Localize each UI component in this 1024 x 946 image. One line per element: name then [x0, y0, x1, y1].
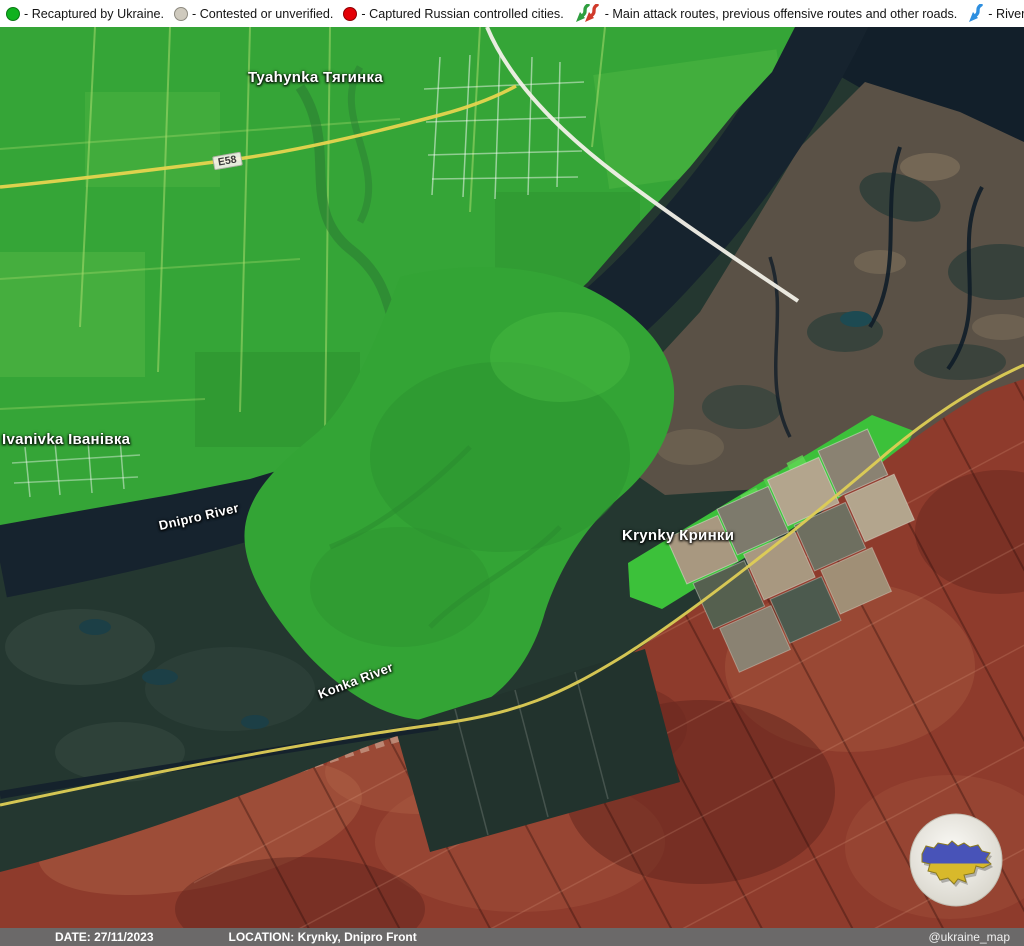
recaptured-dot-icon [6, 7, 20, 21]
label-tyahynka: Tyahynka Тягинка [248, 69, 383, 86]
map-canvas: Tyahynka Тягинка E58 Ivanivka Іванівка D… [0, 27, 1024, 928]
legend-item-attack-routes: - Main attack routes, previous offensive… [574, 4, 958, 24]
contested-dot-icon [174, 7, 188, 21]
legend-item-contested: - Contested or unverified. [174, 7, 333, 21]
attack-routes-arrows-icon [574, 4, 601, 24]
legend-label: - Captured Russian controlled cities. [361, 7, 563, 21]
ukraine-map-logo [910, 814, 1002, 906]
label-krynky: Krynky Кринки [622, 527, 734, 544]
legend-label: - Recaptured by Ukraine. [24, 7, 164, 21]
map-screenshot: - Recaptured by Ukraine. - Contested or … [0, 0, 1024, 946]
legend-label: - Rivers [988, 7, 1024, 21]
legend-item-captured: - Captured Russian controlled cities. [343, 7, 563, 21]
footer-date: DATE: 27/11/2023 [55, 930, 154, 944]
legend-item-rivers: - Rivers [967, 4, 1024, 24]
legend-item-recaptured: - Recaptured by Ukraine. [6, 7, 164, 21]
footer-bar: DATE: 27/11/2023 LOCATION: Krynky, Dnipr… [0, 928, 1024, 946]
footer-location: LOCATION: Krynky, Dnipro Front [229, 930, 417, 944]
label-ivanivka: Ivanivka Іванівка [2, 431, 130, 448]
legend-bar: - Recaptured by Ukraine. - Contested or … [0, 0, 1024, 27]
footer-credit: @ukraine_map [928, 930, 1010, 944]
terrain-layers [0, 27, 1024, 928]
legend-label: - Main attack routes, previous offensive… [605, 7, 958, 21]
legend-label: - Contested or unverified. [192, 7, 333, 21]
captured-dot-icon [343, 7, 357, 21]
rivers-arrow-icon [967, 4, 984, 24]
